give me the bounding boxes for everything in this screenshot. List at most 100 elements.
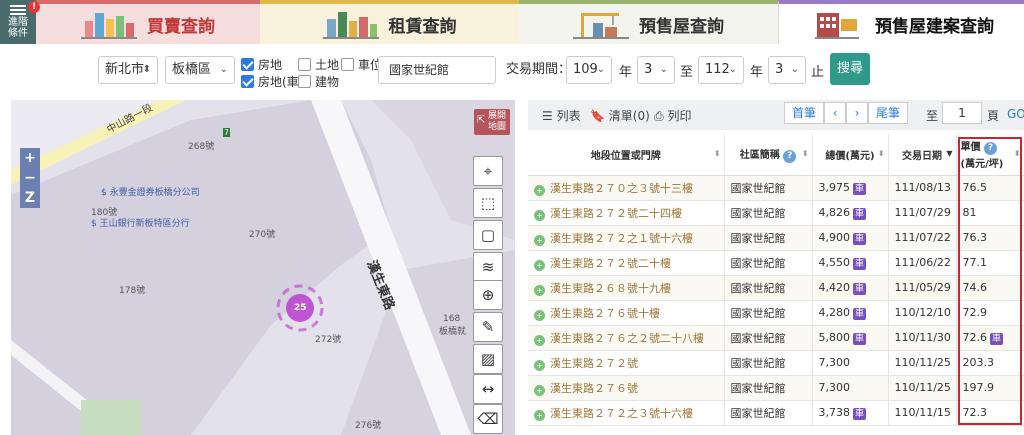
bookmark-list-button[interactable]: 🔖 清單(0) [590,107,650,124]
poi-label: 板橋就 [439,327,467,337]
district-select[interactable]: 板橋區 ⌄ [165,56,235,84]
next-page-button[interactable]: › [846,102,868,124]
plus-circle-icon[interactable]: + [534,284,545,296]
col-location[interactable]: 地段位置或門牌 ⬍ [528,134,725,176]
from-month-select[interactable]: 3 ⌄ [637,56,675,84]
keyword-input[interactable]: 國家世紀館 [378,56,496,84]
cell-location[interactable]: + 漢生東路２７６號 [528,375,725,401]
checkbox[interactable] [241,58,254,71]
list-icon: ☰ [542,109,553,123]
location-pin-icon[interactable]: ⌖ [473,156,503,186]
measure-ruler-icon[interactable]: ↔ [473,374,503,404]
type-checkbox-house-land[interactable]: 房地 [241,56,282,73]
plus-circle-icon[interactable]: + [534,384,545,396]
tab-presale-query[interactable]: 預售屋查詢 [519,0,778,44]
cell-location[interactable]: + 漢生東路２７０之３號十三樓 [528,175,725,201]
plus-circle-icon[interactable]: + [534,259,545,271]
cell-location[interactable]: + 漢生東路２６８號十九樓 [528,275,725,301]
rectangle-select-icon[interactable]: ▢ [473,220,503,250]
polygon-select-icon[interactable]: ⬚ [473,188,503,218]
search-button[interactable]: 搜尋 [830,53,870,85]
table-row[interactable]: + 漢生東路２７６號 國家世紀館 7,300 110/11/25 197.9 [528,375,1024,401]
col-unit-price[interactable]: 單價 ? (萬元/坪) ⬍ [956,134,1024,176]
cell-location[interactable]: + 漢生東路２７２號二十樓 [528,250,725,276]
tab-rental-query[interactable]: 租賃查詢 [260,0,519,44]
help-icon[interactable]: ? [983,142,997,156]
type-checkbox-parking[interactable]: 車位 [341,56,382,73]
alert-badge: ! [28,1,40,13]
cell-unit-price: 72.3 [956,400,1024,426]
table-row[interactable]: + 漢生東路２７２號 國家世紀館 7,300 110/11/25 203.3 [528,350,1024,376]
col-total-price[interactable]: 總價(萬元) ⬍ [812,134,889,176]
table-row[interactable]: + 漢生東路２７２號二十樓 國家世紀館 4,550 車 111/06/22 77.1 [528,250,1024,276]
zoom-in-button[interactable]: + [20,148,40,168]
city-select[interactable]: 新北市 ⬍ [98,56,158,84]
cell-location[interactable]: + 漢生東路２７２號 [528,350,725,376]
page-number-input[interactable]: 1 [942,102,982,124]
table-row[interactable]: + 漢生東路２７２之３號十六樓 國家世紀館 3,738 車 110/11/15 72.3 [528,400,1024,426]
plus-circle-icon[interactable]: + [534,359,545,371]
advanced-conditions-button[interactable]: 進階 條件 ! [0,0,40,44]
plus-circle-icon[interactable]: + [534,334,545,346]
plus-circle-icon[interactable]: + [534,234,545,246]
cell-community: 國家世紀館 [724,400,813,426]
table-row[interactable]: + 漢生東路２７６之２號二十八樓 國家世紀館 5,800 車 110/11/30 72.6 車 [528,325,1024,351]
prev-page-button[interactable]: ‹ [824,102,846,124]
from-year-select[interactable]: 109 ⌄ [566,56,612,84]
hatch-area-icon[interactable]: ▨ [473,344,503,374]
type-checkbox-house-land-parking[interactable]: 房地(車) [241,73,303,90]
zoom-reset-button[interactable]: Z [20,188,40,208]
plus-circle-icon[interactable]: + [534,409,545,421]
type-checkbox-building[interactable]: 建物 [298,73,339,90]
bookmark-icon: 🔖 [590,109,605,123]
period-label: 交易期間： [506,62,572,77]
cell-total-price: 7,300 [812,375,889,401]
to-month-select[interactable]: 3 ⌄ [768,56,806,84]
presale-building-icon [815,13,859,39]
last-page-button[interactable]: 尾筆 [868,102,908,124]
draw-icon[interactable]: ✎ [473,312,503,342]
checkbox[interactable] [341,58,354,71]
cell-location[interactable]: + 漢生東路２７２號二十四樓 [528,200,725,226]
to-year-select[interactable]: 112 ⌄ [698,56,744,84]
table-row[interactable]: + 漢生東路２７２號二十四樓 國家世紀館 4,826 車 111/07/29 81 [528,200,1024,226]
cluster-marker[interactable]: 25 [294,303,307,313]
checkbox[interactable] [298,58,311,71]
checkbox[interactable] [241,75,254,88]
table-row[interactable]: + 漢生東路２６８號十九樓 國家世紀館 4,420 車 111/05/29 74.6 [528,275,1024,301]
crosshair-icon[interactable]: ⊕ [473,280,503,310]
table-row[interactable]: + 漢生東路２７２之１號十六樓 國家世紀館 4,900 車 111/07/22 76.3 [528,225,1024,251]
help-icon[interactable]: ? [783,149,797,163]
col-community[interactable]: 社區簡稱 ? ⬍ [724,134,813,176]
tab-label: 預售屋查詢 [639,16,724,37]
chevron-down-icon: ⌄ [596,64,605,75]
cell-location[interactable]: + 漢生東路２７６之２號二十八樓 [528,325,725,351]
table-row[interactable]: + 漢生東路２７０之３號十三樓 國家世紀館 3,975 車 111/08/13 76.5 [528,175,1024,201]
checkbox[interactable] [298,75,311,88]
cell-total-price: 4,280 車 [812,300,889,326]
zoom-out-button[interactable]: − [20,168,40,188]
cell-location[interactable]: + 漢生東路２７２之３號十六樓 [528,400,725,426]
cell-trade-date: 110/11/15 [888,400,957,426]
cell-location[interactable]: + 漢生東路２７２之１號十六樓 [528,225,725,251]
cell-unit-price: 77.1 [956,250,1024,276]
layers-icon[interactable]: ≋ [473,252,503,282]
plus-circle-icon[interactable]: + [534,309,545,321]
plus-circle-icon[interactable]: + [534,184,545,196]
list-view-button[interactable]: ☰ 列表 [542,107,581,124]
expand-map-button[interactable]: ⇱ 展開 地圖 [474,109,510,135]
go-button[interactable]: GO [1007,107,1024,121]
cell-location[interactable]: + 漢生東路２７６號十樓 [528,300,725,326]
parking-badge: 車 [853,232,867,245]
first-page-button[interactable]: 首筆 [784,102,824,124]
eraser-icon[interactable]: ⌫ [473,404,503,434]
tab-label: 租賃查詢 [388,16,457,37]
table-row[interactable]: + 漢生東路２７６號十樓 國家世紀館 4,280 車 110/12/10 72.9 [528,300,1024,326]
cell-trade-date: 111/07/29 [888,200,957,226]
map-view[interactable]: 中山路一段 漢生東路 268號 7 $ 永豐金證券板橋分公司 180號 $ 王山… [11,100,515,435]
tab-presale-project-query[interactable]: 預售屋建案查詢 [778,0,1024,44]
print-button[interactable]: ⎙ 列印 [654,107,691,124]
col-trade-date[interactable]: 交易日期 ▼ [888,134,957,176]
plus-circle-icon[interactable]: + [534,209,545,221]
type-checkbox-land[interactable]: 土地 [298,56,339,73]
